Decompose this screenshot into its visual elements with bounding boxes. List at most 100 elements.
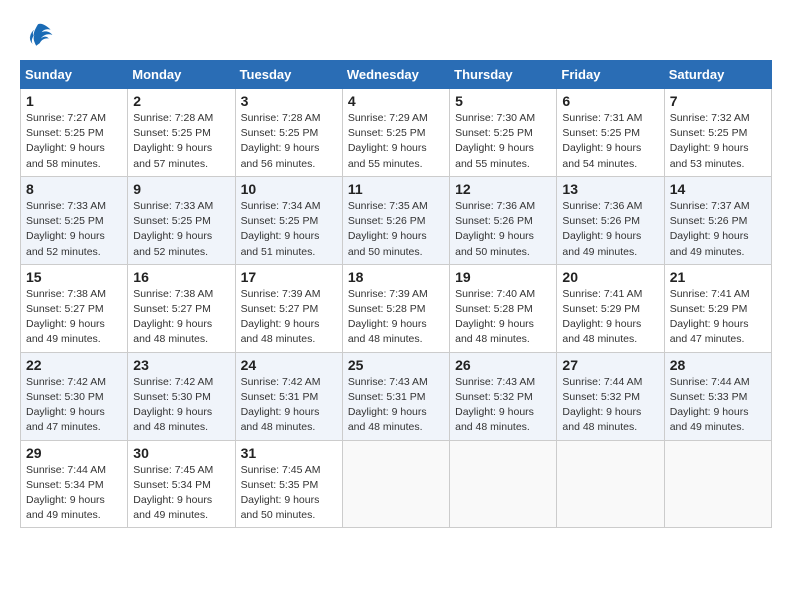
calendar-cell: 19Sunrise: 7:40 AMSunset: 5:28 PMDayligh… xyxy=(450,264,557,352)
day-info-line: Sunrise: 7:38 AM xyxy=(26,288,106,300)
day-content: Sunrise: 7:28 AMSunset: 5:25 PMDaylight:… xyxy=(241,111,337,172)
calendar-cell: 4Sunrise: 7:29 AMSunset: 5:25 PMDaylight… xyxy=(342,89,449,177)
day-info-line: Sunset: 5:34 PM xyxy=(26,479,104,491)
day-info-line: Sunset: 5:25 PM xyxy=(670,127,748,139)
day-info-line: Sunrise: 7:41 AM xyxy=(670,288,750,300)
day-info-line: Daylight: 9 hours xyxy=(133,142,212,154)
calendar-cell: 29Sunrise: 7:44 AMSunset: 5:34 PMDayligh… xyxy=(21,440,128,528)
day-info-line: and 48 minutes. xyxy=(562,333,637,345)
day-info-line: Daylight: 9 hours xyxy=(133,318,212,330)
calendar-cell xyxy=(664,440,771,528)
day-number: 12 xyxy=(455,181,551,197)
day-info-line: Daylight: 9 hours xyxy=(562,318,641,330)
day-number: 31 xyxy=(241,445,337,461)
day-content: Sunrise: 7:42 AMSunset: 5:30 PMDaylight:… xyxy=(133,375,229,436)
day-info-line: and 50 minutes. xyxy=(241,509,316,521)
day-number: 9 xyxy=(133,181,229,197)
calendar-cell: 10Sunrise: 7:34 AMSunset: 5:25 PMDayligh… xyxy=(235,176,342,264)
day-info-line: Sunrise: 7:38 AM xyxy=(133,288,213,300)
day-info-line: Daylight: 9 hours xyxy=(670,230,749,242)
day-info-line: Daylight: 9 hours xyxy=(241,494,320,506)
calendar-cell: 25Sunrise: 7:43 AMSunset: 5:31 PMDayligh… xyxy=(342,352,449,440)
day-info-line: Sunrise: 7:39 AM xyxy=(241,288,321,300)
day-info-line: Sunrise: 7:42 AM xyxy=(133,376,213,388)
day-content: Sunrise: 7:41 AMSunset: 5:29 PMDaylight:… xyxy=(562,287,658,348)
day-info-line: Sunset: 5:34 PM xyxy=(133,479,211,491)
day-info-line: Sunset: 5:25 PM xyxy=(455,127,533,139)
day-number: 8 xyxy=(26,181,122,197)
day-info-line: Sunrise: 7:33 AM xyxy=(133,200,213,212)
calendar-cell xyxy=(342,440,449,528)
day-info-line: and 48 minutes. xyxy=(133,333,208,345)
day-info-line: Sunrise: 7:45 AM xyxy=(241,464,321,476)
day-info-line: Sunrise: 7:41 AM xyxy=(562,288,642,300)
day-number: 2 xyxy=(133,93,229,109)
day-content: Sunrise: 7:44 AMSunset: 5:32 PMDaylight:… xyxy=(562,375,658,436)
calendar-cell: 23 Sunrise: 7:42 AMSunset: 5:30 PMDayligh… xyxy=(128,352,235,440)
day-content: Sunrise: 7:27 AMSunset: 5:25 PMDaylight:… xyxy=(26,111,122,172)
day-number: 22 xyxy=(26,357,122,373)
day-content: Sunrise: 7:36 AMSunset: 5:26 PMDaylight:… xyxy=(562,199,658,260)
day-info-line: Sunset: 5:25 PM xyxy=(26,215,104,227)
day-info-line: Sunset: 5:25 PM xyxy=(348,127,426,139)
calendar-cell: 8Sunrise: 7:33 AMSunset: 5:25 PMDaylight… xyxy=(21,176,128,264)
day-number: 15 xyxy=(26,269,122,285)
day-info-line: Daylight: 9 hours xyxy=(562,230,641,242)
calendar-week-row: 8 Sunrise: 7:33 AM Sunset: 5:25 PM Daylight… xyxy=(21,176,772,264)
day-content: Sunrise: 7:41 AMSunset: 5:29 PMDaylight:… xyxy=(670,287,766,348)
calendar-cell: 27Sunrise: 7:44 AMSunset: 5:32 PMDayligh… xyxy=(557,352,664,440)
calendar-cell: 2Sunrise: 7:28 AMSunset: 5:25 PMDaylight… xyxy=(128,89,235,177)
day-info-line: and 47 minutes. xyxy=(670,333,745,345)
day-info-line: and 49 minutes. xyxy=(133,509,208,521)
day-info-line: Daylight: 9 hours xyxy=(241,142,320,154)
day-info-line: Sunrise: 7:28 AM xyxy=(133,112,213,124)
calendar-cell: 16Sunrise: 7:38 AMSunset: 5:27 PMDayligh… xyxy=(128,264,235,352)
day-info-line: Sunrise: 7:43 AM xyxy=(348,376,428,388)
calendar-cell: 20Sunrise: 7:41 AMSunset: 5:29 PMDayligh… xyxy=(557,264,664,352)
calendar-cell: 15Sunrise: 7:38 AMSunset: 5:27 PMDayligh… xyxy=(21,264,128,352)
day-info-line: Daylight: 9 hours xyxy=(562,142,641,154)
day-content: Sunrise: 7:36 AMSunset: 5:26 PMDaylight:… xyxy=(455,199,551,260)
calendar-cell xyxy=(557,440,664,528)
day-number: 1 xyxy=(26,93,122,109)
day-content: Sunrise: 7:43 AMSunset: 5:32 PMDaylight:… xyxy=(455,375,551,436)
header-day-wednesday: Wednesday xyxy=(342,61,449,89)
day-content: Sunrise: 7:34 AMSunset: 5:25 PMDaylight:… xyxy=(241,199,337,260)
day-number: 19 xyxy=(455,269,551,285)
day-content: Sunrise: 7:35 AMSunset: 5:26 PMDaylight:… xyxy=(348,199,444,260)
day-number: 6 xyxy=(562,93,658,109)
day-content: Sunrise: 7:42 AMSunset: 5:30 PMDaylight:… xyxy=(26,375,122,436)
day-info-line: Daylight: 9 hours xyxy=(455,318,534,330)
day-number: 7 xyxy=(670,93,766,109)
day-number: 24 xyxy=(241,357,337,373)
day-info-line: Daylight: 9 hours xyxy=(26,142,105,154)
day-number: 3 xyxy=(241,93,337,109)
day-content: Sunrise: 7:44 AMSunset: 5:33 PMDaylight:… xyxy=(670,375,766,436)
day-info-line: Daylight: 9 hours xyxy=(670,142,749,154)
day-info-line: Sunrise: 7:33 AM xyxy=(26,200,106,212)
day-number: 23 xyxy=(133,357,229,373)
day-info-line: Sunrise: 7:35 AM xyxy=(348,200,428,212)
calendar-cell xyxy=(450,440,557,528)
calendar-cell: 3 Sunrise: 7:28 AMSunset: 5:25 PMDaylight… xyxy=(235,89,342,177)
day-info-line: Sunset: 5:25 PM xyxy=(241,127,319,139)
page-header xyxy=(20,20,772,50)
day-info-line: Sunset: 5:29 PM xyxy=(670,303,748,315)
day-number: 25 xyxy=(348,357,444,373)
day-info-line: Daylight: 9 hours xyxy=(348,230,427,242)
calendar-cell: 17Sunrise: 7:39 AMSunset: 5:27 PMDayligh… xyxy=(235,264,342,352)
day-info-line: and 55 minutes. xyxy=(348,158,423,170)
day-info-line: Sunset: 5:25 PM xyxy=(562,127,640,139)
day-info-line: Sunset: 5:31 PM xyxy=(348,391,426,403)
day-info-line: Sunrise: 7:39 AM xyxy=(348,288,428,300)
day-info-line: and 48 minutes. xyxy=(133,421,208,433)
day-info-line: and 49 minutes. xyxy=(670,421,745,433)
day-number: 21 xyxy=(670,269,766,285)
day-info-line: and 58 minutes. xyxy=(26,158,101,170)
day-info-line: Sunrise: 7:37 AM xyxy=(670,200,750,212)
calendar-cell: 30Sunrise: 7:45 AMSunset: 5:34 PMDayligh… xyxy=(128,440,235,528)
day-content: Sunrise: 7:42 AMSunset: 5:31 PMDaylight:… xyxy=(241,375,337,436)
day-number: 4 xyxy=(348,93,444,109)
day-info-line: Sunrise: 7:31 AM xyxy=(562,112,642,124)
calendar-cell: 12 Sunrise: 7:36 AMSunset: 5:26 PMDayligh… xyxy=(450,176,557,264)
